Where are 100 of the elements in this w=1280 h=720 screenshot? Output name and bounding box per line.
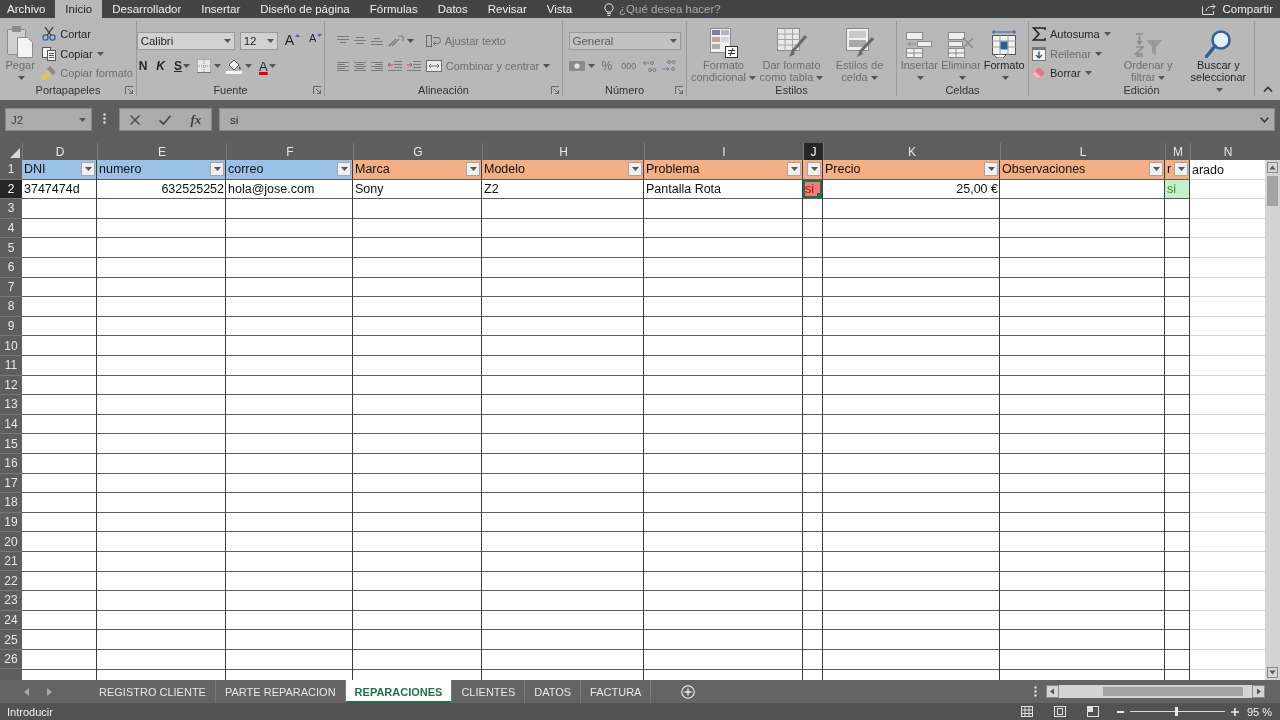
row-header[interactable]: 14 (0, 414, 22, 435)
row-header[interactable]: 22 (0, 571, 22, 592)
row-header[interactable]: 5 (0, 238, 22, 258)
launcher-icon[interactable] (313, 85, 321, 94)
format-button[interactable]: N (136, 57, 150, 76)
launcher-icon[interactable] (675, 85, 683, 94)
scrollbar-thumb[interactable] (1103, 687, 1243, 696)
filter-button[interactable] (984, 162, 998, 177)
row-header[interactable]: 4 (0, 218, 22, 239)
launcher-icon[interactable] (125, 85, 133, 94)
header-cell[interactable]: numero (97, 160, 226, 180)
arrow-left-icon[interactable] (24, 687, 29, 696)
menu-tab[interactable]: Archivo (0, 0, 56, 18)
row-header[interactable]: 19 (0, 512, 22, 533)
row-header[interactable]: 6 (0, 257, 22, 278)
chevron-down-icon[interactable] (1260, 116, 1269, 123)
format-button[interactable]: A (282, 31, 302, 50)
row-header[interactable]: 13 (0, 395, 22, 415)
menu-tab[interactable]: Inicio (55, 0, 103, 18)
arrow-up-icon[interactable] (1265, 160, 1280, 175)
arrow-right-icon[interactable] (47, 687, 52, 696)
row-header[interactable]: 26 (0, 649, 22, 670)
arrow-left-icon[interactable] (1046, 685, 1059, 698)
row-header[interactable]: 11 (0, 355, 22, 376)
row-header[interactable]: 9 (0, 316, 22, 337)
row-header[interactable]: 3 (0, 199, 22, 219)
ribbon-button[interactable]: Borrar (1032, 63, 1092, 82)
column-header[interactable]: J (803, 143, 823, 160)
row-header[interactable]: 21 (0, 551, 22, 572)
scrollbar-thumb[interactable] (1267, 176, 1278, 206)
menu-tab[interactable]: Diseño de página (250, 0, 360, 18)
ribbon-button[interactable]: Cortar (42, 25, 91, 44)
filter-button[interactable] (466, 162, 480, 177)
row-header[interactable]: 1 (0, 160, 22, 180)
page-layout-icon[interactable] (1053, 706, 1066, 717)
row-header[interactable]: 17 (0, 473, 22, 494)
filter-button[interactable] (1149, 162, 1163, 177)
row-header[interactable]: 20 (0, 532, 22, 552)
arrow-right-icon[interactable] (1252, 685, 1265, 698)
row-header[interactable]: 16 (0, 453, 22, 474)
menu-tab[interactable]: Insertar (191, 0, 251, 18)
row-header[interactable]: 8 (0, 297, 22, 317)
ribbon-button[interactable]: Formato (983, 24, 1025, 83)
menu-tab[interactable]: Revisar (477, 0, 537, 18)
filter-button[interactable] (787, 162, 801, 177)
row-header[interactable]: 2 (0, 179, 22, 200)
ribbon-button[interactable]: Copiar (42, 44, 104, 63)
filter-button[interactable] (210, 162, 224, 177)
row-header[interactable]: 25 (0, 630, 22, 650)
filter-button[interactable] (1174, 162, 1188, 177)
minus-icon[interactable] (1116, 710, 1124, 713)
menu-tab[interactable]: Desarrollador (102, 0, 192, 18)
search-field[interactable]: ¿Qué desea hacer? (619, 1, 740, 17)
row-header[interactable]: 10 (0, 336, 22, 356)
ribbon-button[interactable]: Buscar y seleccionar (1185, 24, 1251, 95)
dropdown-field[interactable]: 12 (239, 31, 278, 50)
arrow-down-icon[interactable] (1265, 665, 1280, 680)
page-break-icon[interactable] (1086, 706, 1099, 717)
sheet-tab[interactable]: REPARACIONES (345, 680, 453, 703)
horizontal-scrollbar[interactable] (1046, 685, 1265, 698)
row-header[interactable]: 24 (0, 610, 22, 631)
checkmark-icon[interactable] (159, 114, 172, 125)
filter-button[interactable] (628, 162, 642, 177)
toolbar-button[interactable] (226, 57, 252, 76)
fill-handle[interactable] (817, 193, 822, 199)
table-cell[interactable]: si (803, 179, 823, 200)
header-cell[interactable]: r (1165, 160, 1190, 180)
menu-tab[interactable]: Datos (427, 0, 478, 18)
header-cell[interactable]: Modelo (482, 160, 644, 180)
menu-tab[interactable]: Vista (536, 0, 583, 18)
name-box[interactable]: J2 (5, 108, 92, 131)
dropdown-field[interactable]: Calibri (136, 31, 235, 50)
header-cell[interactable]: Problema (644, 160, 803, 180)
header-cell[interactable]: correo (226, 160, 353, 180)
filter-button[interactable] (81, 162, 95, 177)
filter-button[interactable] (337, 162, 351, 177)
ribbon-button[interactable]: Autosuma (1032, 25, 1111, 44)
corner-triangle-icon[interactable] (10, 148, 20, 158)
slider-thumb[interactable] (1174, 707, 1178, 716)
format-button[interactable]: S (172, 57, 192, 76)
vertical-scrollbar[interactable] (1265, 160, 1280, 680)
row-header[interactable]: 23 (0, 591, 22, 611)
share-button[interactable]: Compartir (1201, 0, 1280, 18)
launcher-icon[interactable] (551, 85, 559, 94)
header-cell[interactable]: Observaciones (1000, 160, 1165, 180)
format-button[interactable]: K (154, 57, 167, 76)
format-button[interactable]: A (257, 57, 278, 76)
row-header[interactable]: 18 (0, 493, 22, 513)
menu-tab[interactable]: Fórmulas (359, 0, 428, 18)
function-button[interactable]: fx (190, 111, 202, 128)
grid-view-icon[interactable] (1020, 706, 1033, 717)
format-button[interactable]: A (307, 31, 325, 50)
x-mark-icon[interactable] (129, 114, 140, 125)
plus-icon[interactable] (1230, 707, 1239, 716)
row-header[interactable]: 12 (0, 375, 22, 396)
formula-input[interactable]: si (219, 108, 1275, 131)
header-cell[interactable]: Marca (353, 160, 482, 180)
header-cell[interactable]: DNI (22, 160, 97, 180)
chevron-up-icon[interactable] (1262, 86, 1273, 92)
row-header[interactable]: 15 (0, 434, 22, 454)
